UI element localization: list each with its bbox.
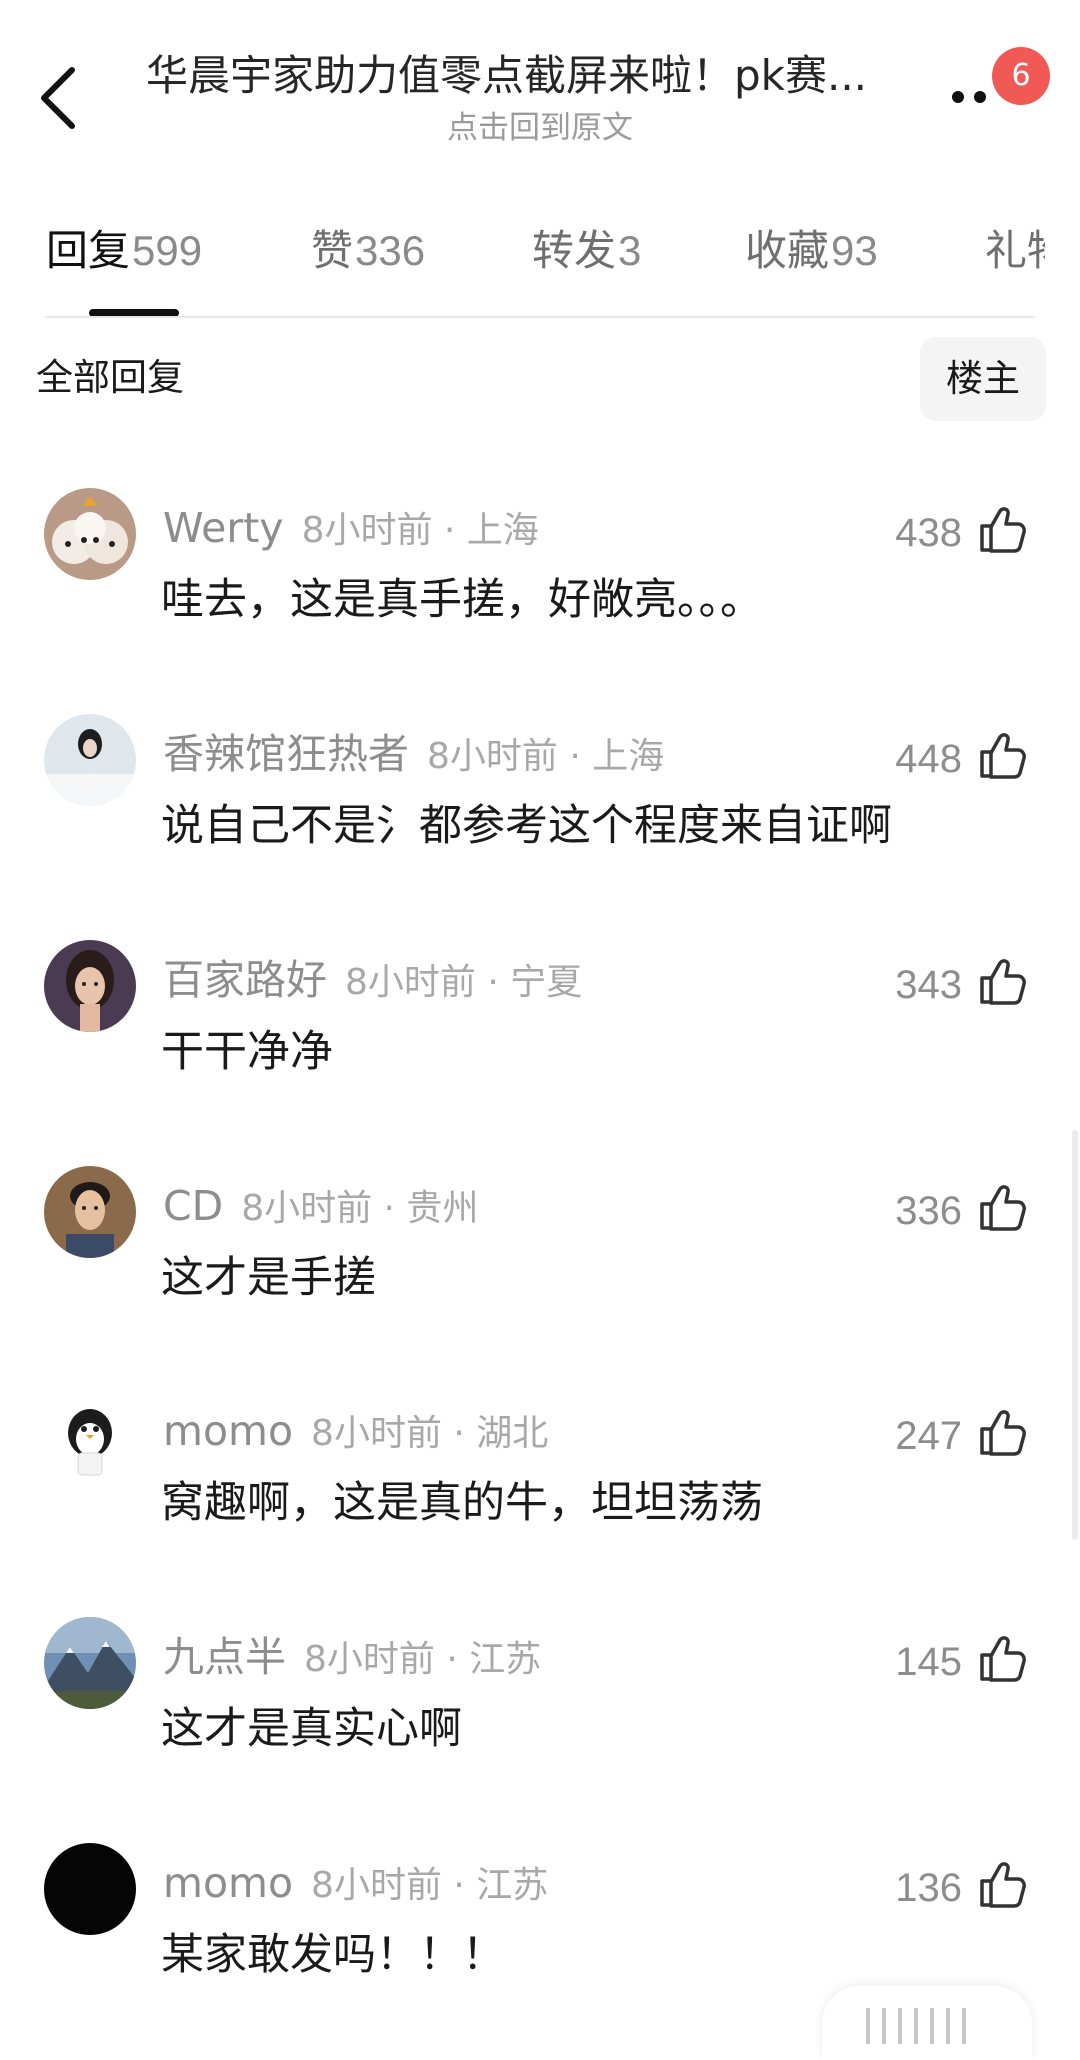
divider <box>45 316 1035 318</box>
comment-meta: momo 8小时前 · 湖北 <box>163 1403 548 1462</box>
tab-likes[interactable]: 赞336 <box>311 215 425 287</box>
thumbs-up-icon <box>974 954 1030 1010</box>
timestamp-location: 8小时前 · 江苏 <box>304 1639 542 1680</box>
avatar[interactable] <box>44 1166 136 1258</box>
more-dot-icon <box>952 91 964 103</box>
comment-item[interactable]: CD 8小时前 · 贵州这才是手搓 336 <box>0 1166 1080 1366</box>
thumbs-up-icon <box>974 1857 1030 1913</box>
tab-count: 3 <box>618 227 642 274</box>
like-count: 136 <box>895 1866 962 1910</box>
op-only-button[interactable]: 楼主 <box>920 337 1046 421</box>
tab-bar: 回复599 赞336 转发3 收藏93 <box>0 215 1080 295</box>
tab-count: 336 <box>355 227 426 274</box>
username[interactable]: 九点半 <box>163 1633 286 1681</box>
tab-gifts[interactable]: 礼物 <box>985 215 1045 295</box>
thumbs-up-icon <box>974 1180 1030 1236</box>
tab-label: 转发 <box>532 226 617 275</box>
post-title[interactable]: 华晨宇家助力值零点截屏来啦！pk赛... <box>146 48 926 104</box>
comment-meta: Werty 8小时前 · 上海 <box>163 500 539 559</box>
timestamp-location: 8小时前 · 上海 <box>427 736 665 777</box>
timestamp-location: 8小时前 · 宁夏 <box>345 962 583 1003</box>
thumbs-up-icon <box>974 728 1030 784</box>
username[interactable]: 香辣馆狂热者 <box>163 730 409 778</box>
comment-meta: momo 8小时前 · 江苏 <box>163 1855 548 1914</box>
top-bar: 华晨宇家助力值零点截屏来啦！pk赛... 点击回到原文 6 <box>0 0 1080 150</box>
like-button[interactable]: 145 <box>880 1631 1030 1691</box>
like-button[interactable]: 438 <box>880 502 1030 562</box>
tab-reposts[interactable]: 转发3 <box>532 215 641 287</box>
comment-text[interactable]: 某家敢发吗！！！ <box>161 1925 505 1985</box>
comment-item[interactable]: 九点半 8小时前 · 江苏这才是真实心啊 145 <box>0 1617 1080 1817</box>
like-count: 343 <box>895 963 962 1007</box>
tab-replies[interactable]: 回复599 <box>46 215 202 287</box>
scrollbar[interactable] <box>1072 1130 1078 1540</box>
comment-text[interactable]: 哇去，这是真手搓，好敞亮。。。 <box>161 570 763 630</box>
avatar[interactable] <box>44 714 136 806</box>
like-count: 438 <box>895 511 962 555</box>
comment-text[interactable]: 这才是手搓 <box>161 1248 376 1308</box>
avatar[interactable] <box>44 1843 136 1935</box>
avatar[interactable] <box>44 1617 136 1709</box>
comment-text[interactable]: 这才是真实心啊 <box>161 1699 462 1759</box>
timestamp-location: 8小时前 · 江苏 <box>311 1865 549 1906</box>
tab-count: 93 <box>831 227 878 274</box>
username[interactable]: CD <box>163 1182 223 1230</box>
like-count: 247 <box>895 1414 962 1458</box>
more-dot-icon <box>974 91 986 103</box>
comment-meta: CD 8小时前 · 贵州 <box>163 1178 478 1237</box>
comment-item[interactable]: momo 8小时前 · 湖北窝趣啊，这是真的牛，坦坦荡荡 247 <box>0 1391 1080 1591</box>
like-count: 336 <box>895 1189 962 1233</box>
handle-bars-icon <box>866 2008 978 2048</box>
like-button[interactable]: 336 <box>880 1180 1030 1240</box>
like-button[interactable]: 343 <box>880 954 1030 1014</box>
back-to-post-link[interactable]: 点击回到原文 <box>0 108 1080 148</box>
tab-count: 599 <box>132 227 203 274</box>
tab-favorites[interactable]: 收藏93 <box>745 215 878 287</box>
tab-label: 收藏 <box>745 226 830 275</box>
comment-meta: 百家路好 8小时前 · 宁夏 <box>163 952 582 1011</box>
tab-label: 回复 <box>46 226 131 275</box>
tab-label: 礼物 <box>985 226 1045 275</box>
comment-item[interactable]: 百家路好 8小时前 · 宁夏 干干净净 343 <box>0 940 1080 1140</box>
username[interactable]: Werty <box>163 504 284 552</box>
comment-item[interactable]: 香辣馆狂热者 8小时前 · 上海说自己不是氵都参考这个程度来自证啊 448 <box>0 714 1080 914</box>
notification-badge[interactable]: 6 <box>992 47 1050 105</box>
avatar[interactable] <box>44 1391 136 1483</box>
comment-item[interactable]: Werty 8小时前 · 上海哇去，这是真手搓，好敞亮。。。 438 <box>0 488 1080 688</box>
comment-meta: 香辣馆狂热者 8小时前 · 上海 <box>163 726 664 785</box>
thumbs-up-icon <box>974 502 1030 558</box>
all-replies-label[interactable]: 全部回复 <box>36 352 184 404</box>
thumbs-up-icon <box>974 1631 1030 1687</box>
like-count: 145 <box>895 1640 962 1684</box>
like-button[interactable]: 448 <box>880 728 1030 788</box>
comment-meta: 九点半 8小时前 · 江苏 <box>163 1629 541 1688</box>
like-count: 448 <box>895 737 962 781</box>
username[interactable]: 百家路好 <box>163 956 327 1004</box>
username[interactable]: momo <box>163 1407 293 1455</box>
like-button[interactable]: 136 <box>880 1857 1030 1917</box>
comment-text[interactable]: 干干净净 <box>161 1022 333 1082</box>
bottom-handle[interactable] <box>822 1986 1032 2060</box>
avatar[interactable] <box>44 488 136 580</box>
timestamp-location: 8小时前 · 贵州 <box>241 1188 479 1229</box>
comment-text[interactable]: 窝趣啊，这是真的牛，坦坦荡荡 <box>161 1473 763 1533</box>
username[interactable]: momo <box>163 1859 293 1907</box>
thumbs-up-icon <box>974 1405 1030 1461</box>
comment-text[interactable]: 说自己不是氵都参考这个程度来自证啊 <box>161 796 892 856</box>
tab-label: 赞 <box>311 226 354 275</box>
like-button[interactable]: 247 <box>880 1405 1030 1465</box>
timestamp-location: 8小时前 · 湖北 <box>311 1413 549 1454</box>
avatar[interactable] <box>44 940 136 1032</box>
timestamp-location: 8小时前 · 上海 <box>301 510 539 551</box>
